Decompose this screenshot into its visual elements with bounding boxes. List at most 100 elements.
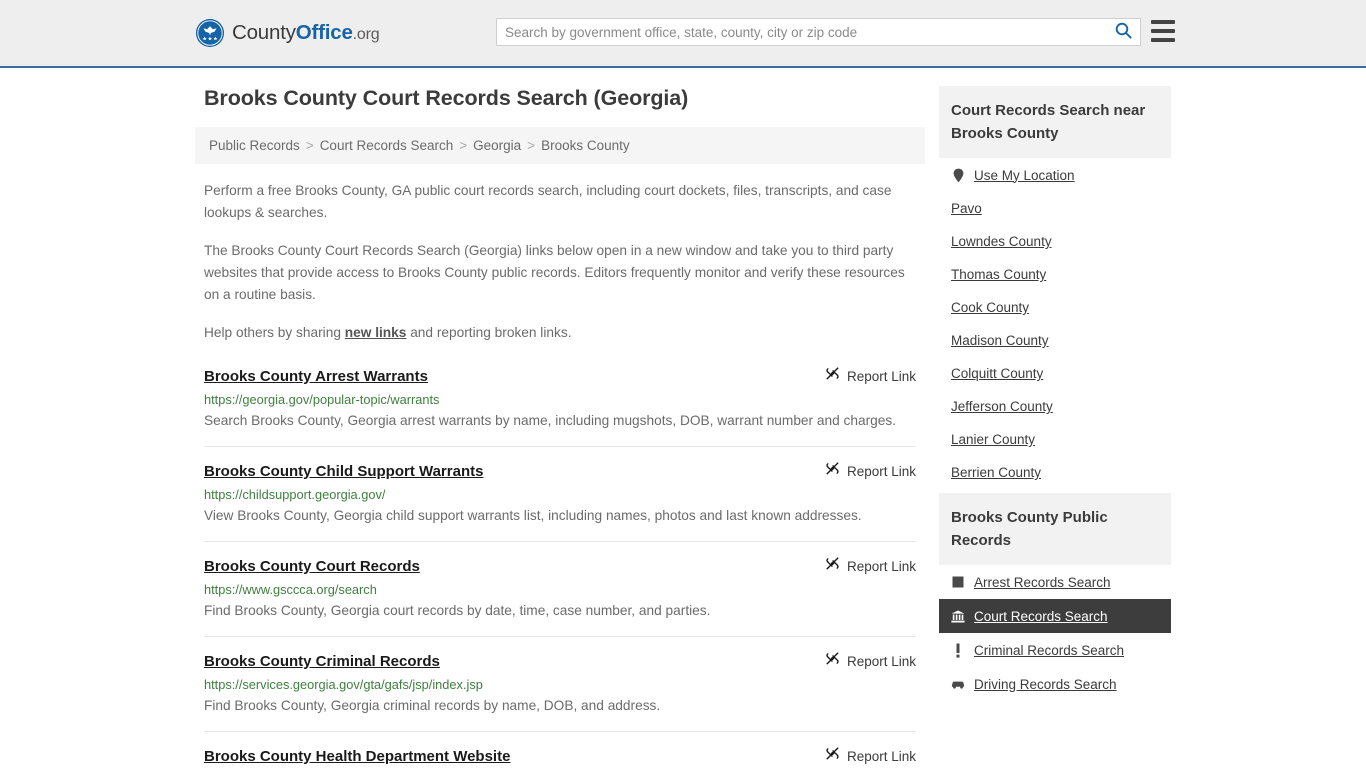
public-records-heading: Brooks County Public Records bbox=[939, 493, 1171, 565]
report-link-label: Report Link bbox=[846, 558, 916, 574]
report-link-button[interactable]: Report Link bbox=[825, 746, 916, 766]
site-logo-text: CountyOffice.org bbox=[232, 21, 380, 45]
eagle-badge-icon bbox=[196, 19, 224, 47]
report-link-button[interactable]: Report Link bbox=[825, 556, 916, 576]
nearby-search-heading: Court Records Search near Brooks County bbox=[939, 86, 1171, 158]
result-title-link[interactable]: Brooks County Court Records bbox=[204, 558, 420, 575]
result-header: Brooks County Health Department Website … bbox=[204, 746, 916, 766]
brand-part-office: Office bbox=[295, 21, 353, 44]
result-item: Brooks County Arrest Warrants Report Lin… bbox=[204, 366, 916, 447]
sidebar-item-pavo[interactable]: Pavo bbox=[939, 192, 1171, 225]
search-input[interactable] bbox=[497, 19, 1106, 45]
nearby-search-box: Court Records Search near Brooks County … bbox=[939, 86, 1171, 489]
search-bar bbox=[496, 18, 1141, 46]
result-url: https://childsupport.georgia.gov/ bbox=[204, 487, 386, 502]
breadcrumb-item-court-records-search[interactable]: Court Records Search bbox=[320, 138, 454, 153]
main-content: Brooks County Court Records Search (Geor… bbox=[195, 86, 925, 768]
result-url: https://www.gsccca.org/search bbox=[204, 582, 377, 597]
result-header: Brooks County Criminal Records Report Li… bbox=[204, 651, 916, 671]
report-link-button[interactable]: Report Link bbox=[825, 651, 916, 671]
sidebar-item-label: Lowndes County bbox=[951, 234, 1052, 249]
sidebar-item-use-my-location[interactable]: Use My Location bbox=[939, 158, 1171, 192]
sidebar-item-arrest-records-search[interactable]: Arrest Records Search bbox=[939, 565, 1171, 599]
result-item: Brooks County Health Department Website … bbox=[204, 746, 916, 768]
breadcrumb-item-georgia[interactable]: Georgia bbox=[473, 138, 521, 153]
page-body: Brooks County Court Records Search (Geor… bbox=[0, 68, 1366, 768]
sidebar-item-lowndes-county[interactable]: Lowndes County bbox=[939, 225, 1171, 258]
car-icon bbox=[951, 676, 965, 692]
search-icon bbox=[1115, 22, 1132, 42]
sidebar-item-label: Driving Records Search bbox=[974, 676, 1117, 692]
brand-part-county: County bbox=[232, 21, 296, 44]
sidebar-item-label: Use My Location bbox=[974, 167, 1075, 183]
sidebar-item-label: Lanier County bbox=[951, 432, 1036, 447]
hamburger-menu-icon[interactable] bbox=[1151, 20, 1175, 42]
nearby-search-list: Use My Location Pavo Lowndes County Thom… bbox=[939, 158, 1171, 489]
broken-link-icon bbox=[825, 461, 840, 481]
sidebar-item-berrien-county[interactable]: Berrien County bbox=[939, 456, 1171, 489]
breadcrumb-item-brooks-county[interactable]: Brooks County bbox=[541, 138, 630, 153]
sidebar-item-label: Court Records Search bbox=[974, 608, 1108, 624]
intro-p3-before: Help others by sharing bbox=[204, 325, 345, 340]
broken-link-icon bbox=[825, 651, 840, 671]
broken-link-icon bbox=[825, 556, 840, 576]
sidebar-item-label: Colquitt County bbox=[951, 366, 1044, 381]
breadcrumb-item-public-records[interactable]: Public Records bbox=[209, 138, 300, 153]
breadcrumb: Public Records > Court Records Search > Geor… bbox=[195, 127, 925, 164]
sidebar-item-label: Pavo bbox=[951, 201, 982, 216]
sidebar-item-cook-county[interactable]: Cook County bbox=[939, 291, 1171, 324]
result-header: Brooks County Arrest Warrants Report Lin… bbox=[204, 366, 916, 386]
sidebar-item-thomas-county[interactable]: Thomas County bbox=[939, 258, 1171, 291]
report-link-button[interactable]: Report Link bbox=[825, 366, 916, 386]
result-item: Brooks County Child Support Warrants Rep… bbox=[204, 461, 916, 542]
report-link-label: Report Link bbox=[846, 463, 916, 479]
content-container: Brooks County Court Records Search (Geor… bbox=[195, 86, 1171, 768]
result-title-link[interactable]: Brooks County Arrest Warrants bbox=[204, 368, 428, 385]
breadcrumb-separator: > bbox=[527, 138, 536, 153]
sidebar-item-label: Madison County bbox=[951, 333, 1049, 348]
public-records-list: Arrest Records Search Court Records Sear… bbox=[939, 565, 1171, 701]
result-url: https://georgia.gov/popular-topic/warran… bbox=[204, 392, 440, 407]
result-item: Brooks County Criminal Records Report Li… bbox=[204, 651, 916, 732]
sidebar-item-colquitt-county[interactable]: Colquitt County bbox=[939, 357, 1171, 390]
new-links-link[interactable]: new links bbox=[345, 325, 407, 340]
report-link-label: Report Link bbox=[846, 368, 916, 384]
sidebar-item-label: Criminal Records Search bbox=[974, 642, 1125, 658]
report-link-label: Report Link bbox=[846, 653, 916, 669]
sidebar-item-lanier-county[interactable]: Lanier County bbox=[939, 423, 1171, 456]
sidebar-item-criminal-records-search[interactable]: Criminal Records Search bbox=[939, 633, 1171, 667]
intro-p3-after: and reporting broken links. bbox=[406, 325, 572, 340]
result-description: Search Brooks County, Georgia arrest war… bbox=[204, 413, 897, 428]
sidebar-item-jefferson-county[interactable]: Jefferson County bbox=[939, 390, 1171, 423]
sidebar-item-label: Cook County bbox=[951, 300, 1030, 315]
public-records-box: Brooks County Public Records Arrest Reco… bbox=[939, 493, 1171, 701]
breadcrumb-separator: > bbox=[305, 138, 314, 153]
hamburger-bar bbox=[1151, 20, 1175, 24]
sidebar-item-madison-county[interactable]: Madison County bbox=[939, 324, 1171, 357]
intro-text: Perform a free Brooks County, GA public … bbox=[195, 180, 925, 344]
sidebar-item-driving-records-search[interactable]: Driving Records Search bbox=[939, 667, 1171, 701]
exclamation-icon bbox=[951, 642, 965, 658]
report-link-label: Report Link bbox=[846, 748, 916, 764]
brand-part-org: .org bbox=[352, 26, 380, 43]
courthouse-icon bbox=[951, 608, 965, 624]
map-pin-icon bbox=[951, 167, 965, 183]
report-link-button[interactable]: Report Link bbox=[825, 461, 916, 481]
broken-link-icon bbox=[825, 366, 840, 386]
intro-paragraph-3: Help others by sharing new links and rep… bbox=[204, 322, 916, 344]
search-button[interactable] bbox=[1106, 19, 1140, 45]
result-description: View Brooks County, Georgia child suppor… bbox=[204, 508, 862, 523]
sidebar-item-court-records-search[interactable]: Court Records Search bbox=[939, 599, 1171, 633]
result-item: Brooks County Court Records Report Link bbox=[204, 556, 916, 637]
site-logo[interactable]: CountyOffice.org bbox=[196, 19, 380, 47]
hamburger-bar bbox=[1151, 29, 1175, 33]
intro-paragraph-2: The Brooks County Court Records Search (… bbox=[204, 243, 905, 302]
sidebar: Court Records Search near Brooks County … bbox=[939, 86, 1171, 705]
sidebar-item-label: Arrest Records Search bbox=[974, 574, 1111, 590]
result-title-link[interactable]: Brooks County Criminal Records bbox=[204, 653, 440, 670]
result-header: Brooks County Court Records Report Link bbox=[204, 556, 916, 576]
result-title-link[interactable]: Brooks County Child Support Warrants bbox=[204, 463, 483, 480]
broken-link-icon bbox=[825, 746, 840, 766]
intro-paragraph-1: Perform a free Brooks County, GA public … bbox=[204, 183, 892, 220]
result-title-link[interactable]: Brooks County Health Department Website bbox=[204, 748, 510, 765]
